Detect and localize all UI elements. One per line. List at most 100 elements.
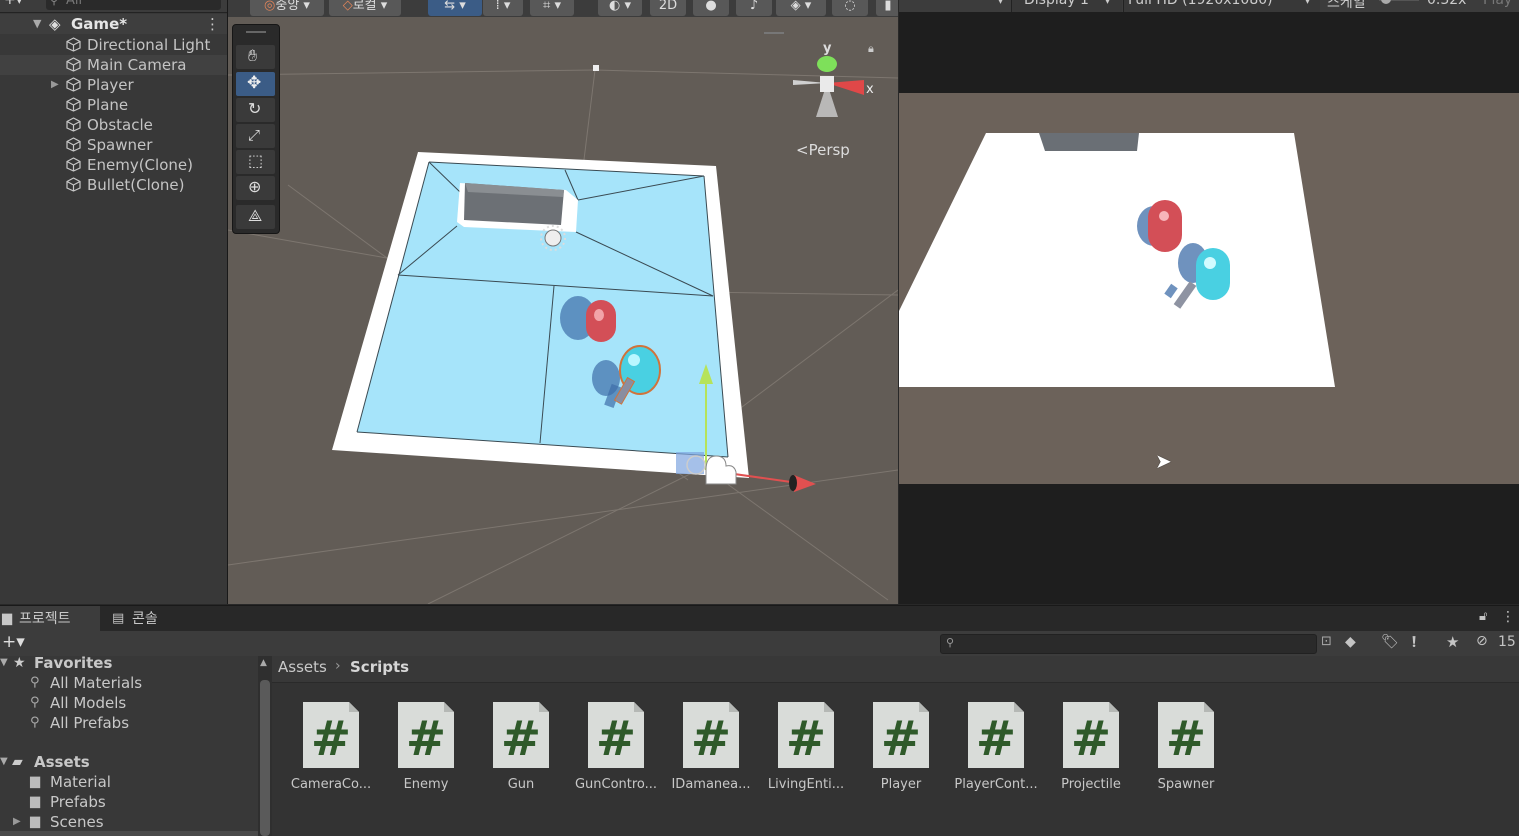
persp-label[interactable]: <Persp [796,141,850,159]
orientation-gizmo[interactable]: y x [793,41,874,117]
folder-tree-scrollbar[interactable]: ▲ [258,656,272,836]
enemy-object[interactable] [560,296,616,342]
selected-row-strip [0,831,258,836]
slider-thumb[interactable] [1381,0,1391,4]
script-asset[interactable]: # Gun [473,700,569,792]
expand-arrow-icon[interactable]: ▼ [33,14,41,34]
asset-name: CameraCo... [290,777,372,792]
drag-handle-icon[interactable] [246,31,266,33]
move-tool-button[interactable]: ✥ [236,72,275,96]
hierarchy-item[interactable]: ▶ Player [0,75,227,95]
expand-arrow-icon[interactable]: ▼ [0,653,8,673]
svg-text:#: # [1166,711,1206,767]
scene-name: Game* [71,15,128,33]
kebab-menu-icon[interactable]: ⋮ [205,14,220,34]
create-button[interactable]: +▾ [2,632,25,652]
snap-toggle[interactable]: ⇆ ▾ [428,0,482,16]
label-icon[interactable]: 🏷︎ [1381,634,1399,650]
draw-mode-button[interactable]: ◐ ▾ [598,0,642,16]
tab-console-label: 콘솔 [132,611,158,627]
lock-icon[interactable]: 🔓︎ [1479,609,1487,624]
svg-text:#: # [501,711,541,767]
folder-item-label: Scenes [50,813,104,831]
favorite-item[interactable]: ⚲ All Models [0,693,258,713]
assets-row[interactable]: ▼ ▰ Assets [0,752,258,772]
expand-arrow-icon[interactable]: ▼ [0,752,8,772]
audio-toggle[interactable]: ♪ [736,0,772,16]
search-icon: ⚲ [30,695,40,710]
folder-item[interactable]: ▆ Material [0,772,258,792]
favorites-row[interactable]: ▼ ★ Favorites [0,653,258,673]
transform-tool-button[interactable]: ⊕ [236,176,275,200]
tab-project[interactable]: ▆ 프로젝트 [0,606,100,632]
script-asset[interactable]: # Projectile [1043,700,1139,792]
script-asset[interactable]: # CameraCo... [283,700,379,792]
custom-tool-button[interactable]: ⟁ [236,205,275,229]
breadcrumb-assets[interactable]: Assets [278,658,327,676]
scene-viewport[interactable]: y x 🔒︎ <Persp [228,0,898,604]
tool-overlay: ✋︎ ✥ ↻ ⤢ ⬚ ⊕ ⟁ [232,24,280,234]
scroll-up-icon[interactable]: ▲ [260,658,267,668]
game-toolbar: ▾ Display 1 ▾ Full HD (1920x1080) ▾ 스케일 … [899,0,1519,12]
star-icon[interactable]: ★ [1446,633,1459,651]
hierarchy-item[interactable]: Spawner [0,135,227,155]
script-asset[interactable]: # IDamanea... [663,700,759,792]
gizmos-toggle[interactable]: ▮ [876,0,898,16]
scale-slider[interactable] [1379,0,1419,4]
hand-tool-button[interactable]: ✋︎ [236,45,275,69]
hierarchy-item[interactable]: Bullet(Clone) [0,175,227,195]
folder-item[interactable]: ▶ ▆ Scenes [0,812,258,832]
hidden-objects-toggle[interactable]: ◌ [832,0,868,16]
gameobject-cube-icon [66,137,81,152]
display-dropdown[interactable]: Display 1 ▾ [1011,0,1122,12]
svg-text:#: # [311,711,351,767]
lock-icon[interactable]: 🔒︎ [868,42,874,55]
rect-tool-button[interactable]: ⬚ [236,150,275,174]
hidden-count: 15 [1498,634,1516,650]
game-render[interactable] [899,93,1519,484]
play-mode-dropdown[interactable]: Play [1483,0,1512,8]
csharp-script-icon: # [776,700,836,770]
script-asset[interactable]: # PlayerCont... [948,700,1044,792]
script-asset[interactable]: # GunContro... [568,700,664,792]
favorite-item[interactable]: ⚲ All Materials [0,673,258,693]
scene-root-row[interactable]: ▼ ◈ Game* ⋮ [0,14,227,34]
effects-toggle[interactable]: ◈ ▾ [776,0,826,16]
hierarchy-item[interactable]: Directional Light [0,35,227,55]
pivot-toggle[interactable]: ◎중앙 ▾ [250,0,324,16]
breadcrumb-scripts[interactable]: Scripts [350,658,409,676]
grid-snap-button[interactable]: ⁞ ▾ [483,0,523,16]
increment-snap-button[interactable]: ⌗ ▾ [530,0,574,16]
hierarchy-item[interactable]: Main Camera [0,55,227,75]
script-asset[interactable]: # Spawner [1138,700,1234,792]
search-options-icon[interactable]: ⊡ [1321,634,1332,649]
filter-type-icon[interactable]: ◆ [1345,634,1356,650]
hierarchy-item[interactable]: Obstacle [0,115,227,135]
expand-arrow-icon[interactable]: ▶ [51,75,59,95]
chevron-down-icon[interactable]: ▾ [997,0,1004,8]
lighting-toggle[interactable]: ● [693,0,729,16]
script-asset[interactable]: # LivingEnti... [758,700,854,792]
resolution-dropdown[interactable]: Full HD (1920x1080) ▾ [1123,0,1320,12]
hierarchy-item[interactable]: Enemy(Clone) [0,155,227,175]
script-asset[interactable]: # Enemy [378,700,474,792]
log-icon[interactable]: ❗︎ [1412,633,1416,651]
project-search-input[interactable]: ⚲ ⊡ [940,634,1332,654]
rotate-tool-button[interactable]: ↻ [236,98,275,122]
kebab-menu-icon[interactable]: ⋮ [1501,609,1515,625]
scrollbar-thumb[interactable] [260,680,270,836]
expand-arrow-icon[interactable]: ▶ [13,812,21,832]
gizmo-x-label: x [866,82,874,97]
mode-2d-toggle[interactable]: 2D [650,0,686,16]
tab-console[interactable]: ▤ 콘솔 [102,606,192,632]
hierarchy-search-input[interactable]: ⚲ All [46,0,221,10]
add-object-button[interactable]: +▾ [4,0,23,8]
scene-view[interactable]: y x 🔒︎ <Persp [228,0,898,604]
favorite-item[interactable]: ⚲ All Prefabs [0,713,258,733]
scale-tool-button[interactable]: ⤢ [236,124,275,148]
space-toggle[interactable]: ◇로컬 ▾ [329,0,401,16]
folder-item[interactable]: ▆ Prefabs [0,792,258,812]
hidden-eye-icon[interactable]: ⊘ [1476,633,1488,649]
script-asset[interactable]: # Player [853,700,949,792]
hierarchy-item[interactable]: Plane [0,95,227,115]
